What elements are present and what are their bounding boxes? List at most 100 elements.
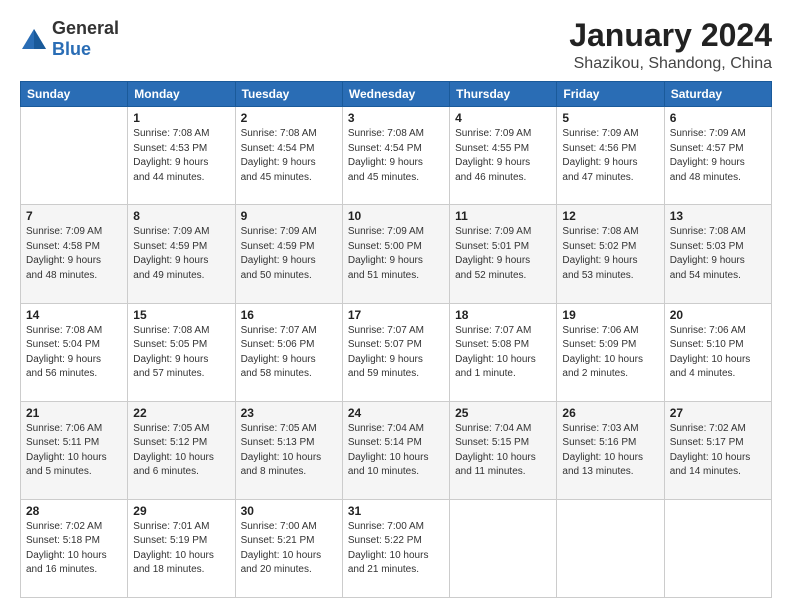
day-info: Sunrise: 7:02 AMSunset: 5:17 PMDaylight:… xyxy=(670,422,766,480)
calendar-header-sunday: Sunday xyxy=(21,82,128,107)
title-block: January 2024 Shazikou, Shandong, China xyxy=(569,18,772,73)
calendar-cell: 16 Sunrise: 7:07 AMSunset: 5:06 PMDayligh… xyxy=(235,303,342,401)
day-number: 21 xyxy=(26,406,122,420)
day-info: Sunrise: 7:09 AMSunset: 4:57 PMDaylight:… xyxy=(670,127,766,185)
day-info: Sunrise: 7:00 AMSunset: 5:22 PMDaylight:… xyxy=(348,520,444,578)
calendar-cell: 24Sunrise: 7:04 AMSunset: 5:14 PMDayligh… xyxy=(342,401,449,499)
page-subtitle: Shazikou, Shandong, China xyxy=(569,55,772,73)
day-number: 18 xyxy=(455,308,551,322)
calendar-table: SundayMondayTuesdayWednesdayThursdayFrid… xyxy=(20,81,772,598)
day-number: 9 xyxy=(241,209,337,223)
day-number: 22 xyxy=(133,406,229,420)
day-info: Sunrise: 7:05 AMSunset: 5:13 PMDaylight:… xyxy=(241,422,337,480)
logo-icon xyxy=(20,27,48,51)
day-number: 1 xyxy=(133,111,229,125)
calendar-cell: 25 Sunrise: 7:04 AMSunset: 5:15 PMDayligh… xyxy=(450,401,557,499)
calendar-cell: 8Sunrise: 7:09 AMSunset: 4:59 PMDaylight… xyxy=(128,205,235,303)
day-info: Sunrise: 7:00 AMSunset: 5:21 PMDaylight:… xyxy=(241,520,337,578)
calendar-cell xyxy=(664,499,771,597)
calendar-header-friday: Friday xyxy=(557,82,664,107)
day-info: Sunrise: 7:07 AMSunset: 5:07 PMDaylight:… xyxy=(348,324,444,382)
day-info: Sunrise: 7:06 AMSunset: 5:09 PMDaylight:… xyxy=(562,324,658,382)
calendar-cell xyxy=(450,499,557,597)
day-number: 11 xyxy=(455,209,551,223)
logo: General Blue xyxy=(20,18,119,60)
day-number: 29 xyxy=(133,504,229,518)
calendar-cell: 30 Sunrise: 7:00 AMSunset: 5:21 PMDayligh… xyxy=(235,499,342,597)
day-info: Sunrise: 7:07 AMSunset: 5:08 PMDaylight:… xyxy=(455,324,551,382)
calendar-cell: 12Sunrise: 7:08 AMSunset: 5:02 PMDayligh… xyxy=(557,205,664,303)
day-number: 20 xyxy=(670,308,766,322)
day-number: 17 xyxy=(348,308,444,322)
day-number: 13 xyxy=(670,209,766,223)
logo-blue: Blue xyxy=(52,39,91,59)
day-number: 30 xyxy=(241,504,337,518)
calendar-cell xyxy=(21,107,128,205)
calendar-cell: 10 Sunrise: 7:09 AMSunset: 5:00 PMDayligh… xyxy=(342,205,449,303)
calendar-cell: 18 Sunrise: 7:07 AMSunset: 5:08 PMDayligh… xyxy=(450,303,557,401)
day-info: Sunrise: 7:08 AMSunset: 4:54 PMDaylight:… xyxy=(348,127,444,185)
day-info: Sunrise: 7:04 AMSunset: 5:14 PMDaylight:… xyxy=(348,422,444,480)
calendar-cell: 9 Sunrise: 7:09 AMSunset: 4:59 PMDaylight… xyxy=(235,205,342,303)
calendar-cell: 22 Sunrise: 7:05 AMSunset: 5:12 PMDayligh… xyxy=(128,401,235,499)
calendar-cell: 4 Sunrise: 7:09 AMSunset: 4:55 PMDaylight… xyxy=(450,107,557,205)
day-number: 7 xyxy=(26,209,122,223)
day-info: Sunrise: 7:09 AMSunset: 4:59 PMDaylight:… xyxy=(241,225,337,283)
logo-general: General xyxy=(52,18,119,38)
calendar-header-saturday: Saturday xyxy=(664,82,771,107)
calendar-cell xyxy=(557,499,664,597)
day-info: Sunrise: 7:09 AMSunset: 4:55 PMDaylight:… xyxy=(455,127,551,185)
day-info: Sunrise: 7:05 AMSunset: 5:12 PMDaylight:… xyxy=(133,422,229,480)
day-number: 26 xyxy=(562,406,658,420)
calendar-cell: 23 Sunrise: 7:05 AMSunset: 5:13 PMDayligh… xyxy=(235,401,342,499)
calendar-cell: 11 Sunrise: 7:09 AMSunset: 5:01 PMDayligh… xyxy=(450,205,557,303)
day-number: 10 xyxy=(348,209,444,223)
day-info: Sunrise: 7:09 AMSunset: 4:59 PMDaylight:… xyxy=(133,225,229,283)
day-number: 14 xyxy=(26,308,122,322)
calendar-cell: 29Sunrise: 7:01 AMSunset: 5:19 PMDayligh… xyxy=(128,499,235,597)
day-info: Sunrise: 7:09 AMSunset: 4:56 PMDaylight:… xyxy=(562,127,658,185)
calendar-cell: 19 Sunrise: 7:06 AMSunset: 5:09 PMDayligh… xyxy=(557,303,664,401)
day-info: Sunrise: 7:06 AMSunset: 5:11 PMDaylight:… xyxy=(26,422,122,480)
day-number: 3 xyxy=(348,111,444,125)
calendar-cell: 6 Sunrise: 7:09 AMSunset: 4:57 PMDaylight… xyxy=(664,107,771,205)
calendar-header-tuesday: Tuesday xyxy=(235,82,342,107)
day-number: 6 xyxy=(670,111,766,125)
day-info: Sunrise: 7:04 AMSunset: 5:15 PMDaylight:… xyxy=(455,422,551,480)
day-number: 31 xyxy=(348,504,444,518)
calendar-cell: 21 Sunrise: 7:06 AMSunset: 5:11 PMDayligh… xyxy=(21,401,128,499)
day-number: 4 xyxy=(455,111,551,125)
day-info: Sunrise: 7:09 AMSunset: 5:00 PMDaylight:… xyxy=(348,225,444,283)
day-number: 27 xyxy=(670,406,766,420)
day-number: 19 xyxy=(562,308,658,322)
day-number: 16 xyxy=(241,308,337,322)
calendar-cell: 17 Sunrise: 7:07 AMSunset: 5:07 PMDayligh… xyxy=(342,303,449,401)
day-number: 25 xyxy=(455,406,551,420)
day-info: Sunrise: 7:03 AMSunset: 5:16 PMDaylight:… xyxy=(562,422,658,480)
calendar-cell: 7Sunrise: 7:09 AMSunset: 4:58 PMDaylight… xyxy=(21,205,128,303)
day-info: Sunrise: 7:08 AMSunset: 4:53 PMDaylight:… xyxy=(133,127,229,185)
day-info: Sunrise: 7:08 AMSunset: 5:03 PMDaylight:… xyxy=(670,225,766,283)
day-info: Sunrise: 7:09 AMSunset: 5:01 PMDaylight:… xyxy=(455,225,551,283)
day-info: Sunrise: 7:08 AMSunset: 5:02 PMDaylight:… xyxy=(562,225,658,283)
calendar-cell: 13 Sunrise: 7:08 AMSunset: 5:03 PMDayligh… xyxy=(664,205,771,303)
day-number: 2 xyxy=(241,111,337,125)
calendar-cell: 1 Sunrise: 7:08 AMSunset: 4:53 PMDaylight… xyxy=(128,107,235,205)
calendar-cell: 3 Sunrise: 7:08 AMSunset: 4:54 PMDaylight… xyxy=(342,107,449,205)
day-info: Sunrise: 7:08 AMSunset: 5:05 PMDaylight:… xyxy=(133,324,229,382)
calendar-cell: 26 Sunrise: 7:03 AMSunset: 5:16 PMDayligh… xyxy=(557,401,664,499)
calendar-header-thursday: Thursday xyxy=(450,82,557,107)
calendar-cell: 2Sunrise: 7:08 AMSunset: 4:54 PMDaylight… xyxy=(235,107,342,205)
calendar-header-wednesday: Wednesday xyxy=(342,82,449,107)
calendar-cell: 14 Sunrise: 7:08 AMSunset: 5:04 PMDayligh… xyxy=(21,303,128,401)
calendar-cell: 15Sunrise: 7:08 AMSunset: 5:05 PMDayligh… xyxy=(128,303,235,401)
day-number: 5 xyxy=(562,111,658,125)
day-info: Sunrise: 7:06 AMSunset: 5:10 PMDaylight:… xyxy=(670,324,766,382)
day-number: 23 xyxy=(241,406,337,420)
day-info: Sunrise: 7:07 AMSunset: 5:06 PMDaylight:… xyxy=(241,324,337,382)
day-info: Sunrise: 7:08 AMSunset: 5:04 PMDaylight:… xyxy=(26,324,122,382)
day-info: Sunrise: 7:02 AMSunset: 5:18 PMDaylight:… xyxy=(26,520,122,578)
calendar-header-monday: Monday xyxy=(128,82,235,107)
day-number: 28 xyxy=(26,504,122,518)
calendar-cell: 5 Sunrise: 7:09 AMSunset: 4:56 PMDaylight… xyxy=(557,107,664,205)
